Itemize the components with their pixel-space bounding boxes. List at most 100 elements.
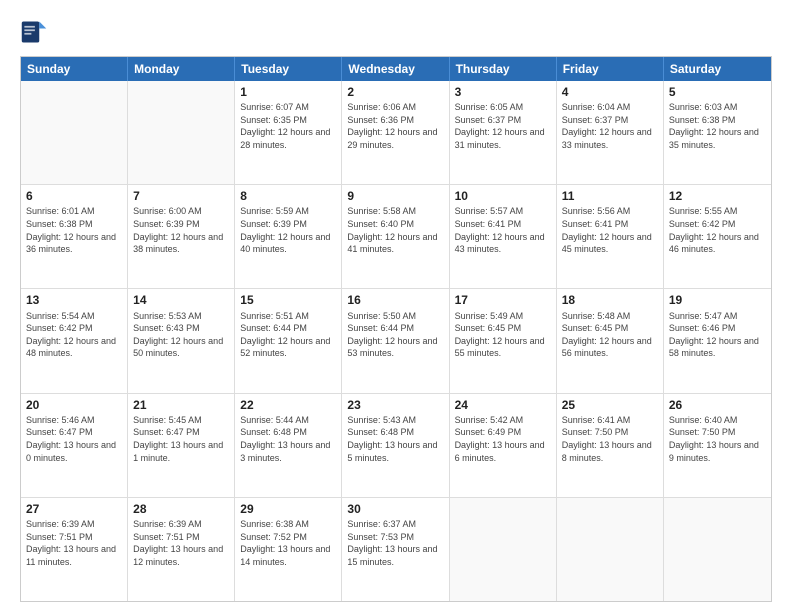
day-info: Sunrise: 6:06 AMSunset: 6:36 PMDaylight:… <box>347 101 443 151</box>
calendar-row-3: 13 Sunrise: 5:54 AMSunset: 6:42 PMDayligh… <box>21 289 771 393</box>
empty-cell <box>21 81 128 184</box>
day-info: Sunrise: 6:41 AMSunset: 7:50 PMDaylight:… <box>562 414 658 464</box>
empty-cell <box>557 498 664 601</box>
day-number: 6 <box>26 188 122 204</box>
day-info: Sunrise: 5:58 AMSunset: 6:40 PMDaylight:… <box>347 205 443 255</box>
day-info: Sunrise: 5:47 AMSunset: 6:46 PMDaylight:… <box>669 310 766 360</box>
day-info: Sunrise: 5:46 AMSunset: 6:47 PMDaylight:… <box>26 414 122 464</box>
day-number: 26 <box>669 397 766 413</box>
page: SundayMondayTuesdayWednesdayThursdayFrid… <box>0 0 792 612</box>
day-info: Sunrise: 5:48 AMSunset: 6:45 PMDaylight:… <box>562 310 658 360</box>
day-number: 24 <box>455 397 551 413</box>
day-number: 13 <box>26 292 122 308</box>
day-info: Sunrise: 6:38 AMSunset: 7:52 PMDaylight:… <box>240 518 336 568</box>
day-cell-3: 3Sunrise: 6:05 AMSunset: 6:37 PMDaylight… <box>450 81 557 184</box>
day-cell-14: 14Sunrise: 5:53 AMSunset: 6:43 PMDayligh… <box>128 289 235 392</box>
day-number: 30 <box>347 501 443 517</box>
day-cell-27: 27Sunrise: 6:39 AMSunset: 7:51 PMDayligh… <box>21 498 128 601</box>
calendar-header: SundayMondayTuesdayWednesdayThursdayFrid… <box>21 57 771 81</box>
day-cell-6: 6Sunrise: 6:01 AMSunset: 6:38 PMDaylight… <box>21 185 128 288</box>
calendar-row-1: 1Sunrise: 6:07 AMSunset: 6:35 PMDaylight… <box>21 81 771 185</box>
day-cell-2: 2Sunrise: 6:06 AMSunset: 6:36 PMDaylight… <box>342 81 449 184</box>
day-cell-17: 17 Sunrise: 5:49 AMSunset: 6:45 PMDayligh… <box>450 289 557 392</box>
day-number: 8 <box>240 188 336 204</box>
day-number: 20 <box>26 397 122 413</box>
day-cell-16: 16 Sunrise: 5:50 AMSunset: 6:44 PMDayligh… <box>342 289 449 392</box>
day-cell-19: 19 Sunrise: 5:47 AMSunset: 6:46 PMDayligh… <box>664 289 771 392</box>
day-number: 7 <box>133 188 229 204</box>
day-number: 19 <box>669 292 766 308</box>
day-header-sunday: Sunday <box>21 57 128 81</box>
day-info: Sunrise: 5:56 AMSunset: 6:41 PMDaylight:… <box>562 205 658 255</box>
day-info: Sunrise: 5:50 AMSunset: 6:44 PMDaylight:… <box>347 310 443 360</box>
day-cell-5: 5Sunrise: 6:03 AMSunset: 6:38 PMDaylight… <box>664 81 771 184</box>
day-info: Sunrise: 5:54 AMSunset: 6:42 PMDaylight:… <box>26 310 122 360</box>
day-info: Sunrise: 5:43 AMSunset: 6:48 PMDaylight:… <box>347 414 443 464</box>
day-number: 9 <box>347 188 443 204</box>
day-cell-7: 7Sunrise: 6:00 AMSunset: 6:39 PMDaylight… <box>128 185 235 288</box>
day-number: 21 <box>133 397 229 413</box>
day-number: 3 <box>455 84 551 100</box>
day-number: 18 <box>562 292 658 308</box>
day-header-wednesday: Wednesday <box>342 57 449 81</box>
day-number: 28 <box>133 501 229 517</box>
day-info: Sunrise: 6:39 AMSunset: 7:51 PMDaylight:… <box>26 518 122 568</box>
day-info: Sunrise: 5:55 AMSunset: 6:42 PMDaylight:… <box>669 205 766 255</box>
calendar-body: 1Sunrise: 6:07 AMSunset: 6:35 PMDaylight… <box>21 81 771 601</box>
calendar-row-4: 20Sunrise: 5:46 AMSunset: 6:47 PMDayligh… <box>21 394 771 498</box>
day-number: 25 <box>562 397 658 413</box>
day-info: Sunrise: 6:05 AMSunset: 6:37 PMDaylight:… <box>455 101 551 151</box>
day-cell-1: 1Sunrise: 6:07 AMSunset: 6:35 PMDaylight… <box>235 81 342 184</box>
day-cell-23: 23Sunrise: 5:43 AMSunset: 6:48 PMDayligh… <box>342 394 449 497</box>
day-cell-24: 24Sunrise: 5:42 AMSunset: 6:49 PMDayligh… <box>450 394 557 497</box>
day-number: 12 <box>669 188 766 204</box>
day-cell-4: 4Sunrise: 6:04 AMSunset: 6:37 PMDaylight… <box>557 81 664 184</box>
day-header-monday: Monday <box>128 57 235 81</box>
day-cell-21: 21Sunrise: 5:45 AMSunset: 6:47 PMDayligh… <box>128 394 235 497</box>
calendar-row-2: 6Sunrise: 6:01 AMSunset: 6:38 PMDaylight… <box>21 185 771 289</box>
day-number: 10 <box>455 188 551 204</box>
empty-cell <box>450 498 557 601</box>
day-info: Sunrise: 6:40 AMSunset: 7:50 PMDaylight:… <box>669 414 766 464</box>
day-info: Sunrise: 6:01 AMSunset: 6:38 PMDaylight:… <box>26 205 122 255</box>
day-number: 16 <box>347 292 443 308</box>
day-cell-10: 10Sunrise: 5:57 AMSunset: 6:41 PMDayligh… <box>450 185 557 288</box>
day-number: 27 <box>26 501 122 517</box>
day-number: 5 <box>669 84 766 100</box>
day-header-friday: Friday <box>557 57 664 81</box>
day-info: Sunrise: 6:03 AMSunset: 6:38 PMDaylight:… <box>669 101 766 151</box>
day-info: Sunrise: 6:39 AMSunset: 7:51 PMDaylight:… <box>133 518 229 568</box>
day-cell-30: 30Sunrise: 6:37 AMSunset: 7:53 PMDayligh… <box>342 498 449 601</box>
day-info: Sunrise: 5:42 AMSunset: 6:49 PMDaylight:… <box>455 414 551 464</box>
empty-cell <box>128 81 235 184</box>
day-cell-20: 20Sunrise: 5:46 AMSunset: 6:47 PMDayligh… <box>21 394 128 497</box>
day-cell-8: 8Sunrise: 5:59 AMSunset: 6:39 PMDaylight… <box>235 185 342 288</box>
day-number: 29 <box>240 501 336 517</box>
header <box>20 18 772 46</box>
day-cell-28: 28Sunrise: 6:39 AMSunset: 7:51 PMDayligh… <box>128 498 235 601</box>
day-number: 4 <box>562 84 658 100</box>
day-cell-9: 9Sunrise: 5:58 AMSunset: 6:40 PMDaylight… <box>342 185 449 288</box>
day-info: Sunrise: 5:59 AMSunset: 6:39 PMDaylight:… <box>240 205 336 255</box>
day-header-saturday: Saturday <box>664 57 771 81</box>
day-info: Sunrise: 5:49 AMSunset: 6:45 PMDaylight:… <box>455 310 551 360</box>
day-cell-22: 22Sunrise: 5:44 AMSunset: 6:48 PMDayligh… <box>235 394 342 497</box>
logo-icon <box>20 18 48 46</box>
empty-cell <box>664 498 771 601</box>
day-cell-15: 15 Sunrise: 5:51 AMSunset: 6:44 PMDayligh… <box>235 289 342 392</box>
logo <box>20 18 52 46</box>
day-info: Sunrise: 5:51 AMSunset: 6:44 PMDaylight:… <box>240 310 336 360</box>
day-number: 15 <box>240 292 336 308</box>
day-info: Sunrise: 5:53 AMSunset: 6:43 PMDaylight:… <box>133 310 229 360</box>
day-number: 11 <box>562 188 658 204</box>
day-cell-29: 29Sunrise: 6:38 AMSunset: 7:52 PMDayligh… <box>235 498 342 601</box>
day-info: Sunrise: 5:45 AMSunset: 6:47 PMDaylight:… <box>133 414 229 464</box>
day-number: 22 <box>240 397 336 413</box>
day-info: Sunrise: 5:57 AMSunset: 6:41 PMDaylight:… <box>455 205 551 255</box>
calendar-row-5: 27Sunrise: 6:39 AMSunset: 7:51 PMDayligh… <box>21 498 771 601</box>
day-header-tuesday: Tuesday <box>235 57 342 81</box>
day-number: 17 <box>455 292 551 308</box>
day-number: 23 <box>347 397 443 413</box>
day-info: Sunrise: 5:44 AMSunset: 6:48 PMDaylight:… <box>240 414 336 464</box>
day-header-thursday: Thursday <box>450 57 557 81</box>
